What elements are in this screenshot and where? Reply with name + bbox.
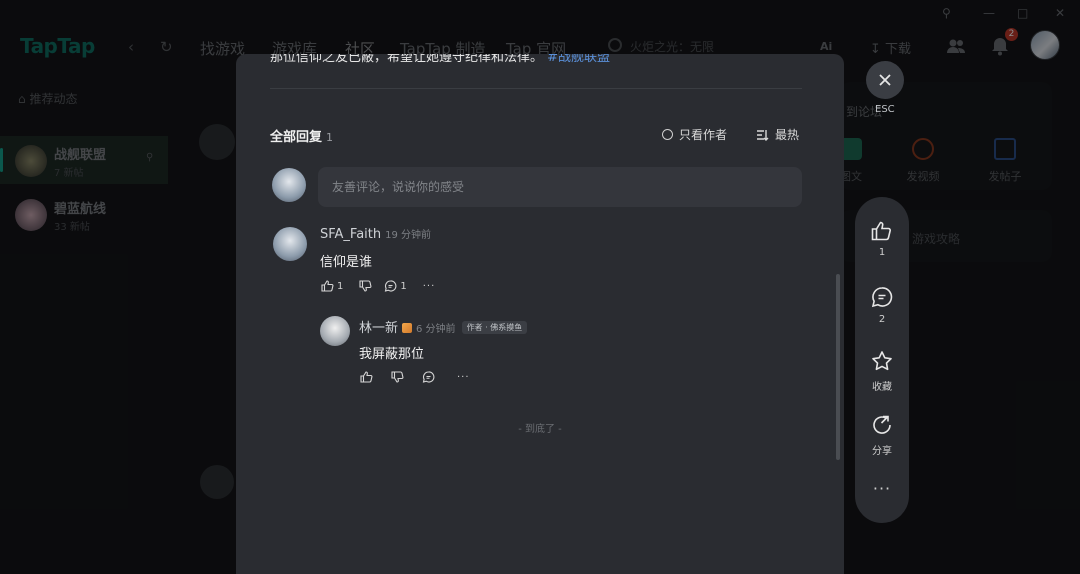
commenter-avatar[interactable] (273, 227, 307, 261)
replies-count: 1 (326, 131, 334, 144)
thumbs-down-icon (359, 280, 372, 292)
reply-more-button[interactable]: ··· (457, 372, 470, 383)
author-badge: 作者 · 佛系摸鱼 (461, 321, 528, 334)
thumbs-up-icon (360, 371, 373, 383)
comment-text: 信仰是谁 (320, 255, 373, 270)
share-icon (873, 415, 891, 434)
comment-icon (385, 280, 397, 292)
comments-count: 2 (878, 314, 886, 325)
comment-icon (871, 287, 893, 308)
sort-icon (757, 129, 769, 141)
reply-author-avatar[interactable] (320, 316, 350, 346)
esc-hint: ESC (875, 104, 895, 115)
sort-dropdown[interactable]: 最热 (756, 126, 799, 143)
reply-button[interactable]: 1 (384, 280, 407, 292)
replies-modal: 那位信仰之友已蔽，希望让她遵守纪律和法律。 #战舰联盟 全部回复 1 只看作者 最… (236, 54, 844, 574)
thumbs-down-icon (391, 371, 404, 383)
current-user-avatar (272, 168, 306, 202)
comment-input[interactable]: 友善评论，说说你的感受 (318, 167, 802, 207)
like-post-count: 1 (878, 247, 886, 258)
divider (270, 88, 802, 89)
comment-time: 19 分钟前 (385, 230, 432, 241)
post-text-body: 那位信仰之友已蔽，希望让她遵守纪律和法律。 (270, 54, 544, 65)
close-icon (879, 74, 891, 86)
reply-author-name[interactable]: 林一新 (359, 321, 398, 336)
favorite-label: 收藏 (872, 382, 892, 393)
replies-heading: 全部回复 1 (270, 126, 333, 145)
sort-label: 最热 (775, 128, 800, 142)
reply-time: 6 分钟前 (416, 324, 456, 335)
reply-actions: ··· (360, 371, 486, 383)
reply-dislike-button[interactable] (391, 371, 404, 383)
scrollbar[interactable] (836, 274, 840, 460)
thumbs-up-icon (871, 221, 891, 241)
star-icon (872, 351, 892, 371)
share-label: 分享 (872, 446, 892, 457)
commenter-name[interactable]: SFA_Faith (320, 227, 381, 242)
share-button[interactable]: 分享 (855, 414, 909, 457)
reply-comment-button[interactable] (422, 371, 435, 383)
comments-button[interactable]: 2 (855, 286, 909, 325)
like-count: 1 (337, 280, 344, 292)
thumbs-up-icon (321, 280, 334, 292)
reply-count: 1 (400, 280, 407, 292)
reply-header: 林一新 6 分钟前 作者 · 佛系摸鱼 (359, 317, 528, 336)
post-tag-link[interactable]: #战舰联盟 (547, 54, 610, 65)
reply-text: 我屏蔽那位 (359, 347, 425, 362)
radio-icon (662, 129, 673, 140)
close-modal-button[interactable] (866, 61, 904, 99)
reply-like-button[interactable] (360, 371, 373, 383)
comment-actions: 1 1 ··· (321, 280, 451, 292)
post-text: 那位信仰之友已蔽，希望让她遵守纪律和法律。 #战舰联盟 (270, 54, 610, 65)
like-post-button[interactable]: 1 (855, 221, 909, 258)
comment-header: SFA_Faith 19 分钟前 (320, 226, 431, 242)
favorite-button[interactable]: 收藏 (855, 350, 909, 393)
more-options-button[interactable]: ··· (423, 281, 436, 292)
like-button[interactable]: 1 (321, 280, 343, 292)
more-actions-button[interactable]: ··· (855, 479, 909, 498)
comment-icon (422, 371, 435, 383)
author-only-label: 只看作者 (679, 128, 728, 142)
author-only-toggle[interactable]: 只看作者 (662, 126, 727, 143)
dislike-button[interactable] (359, 280, 372, 292)
end-of-list: - 到底了 - (518, 424, 562, 435)
replies-title: 全部回复 (270, 130, 323, 145)
level-badge-icon (402, 323, 413, 333)
floating-action-bar: 1 2 收藏 分享 ··· (855, 197, 909, 523)
